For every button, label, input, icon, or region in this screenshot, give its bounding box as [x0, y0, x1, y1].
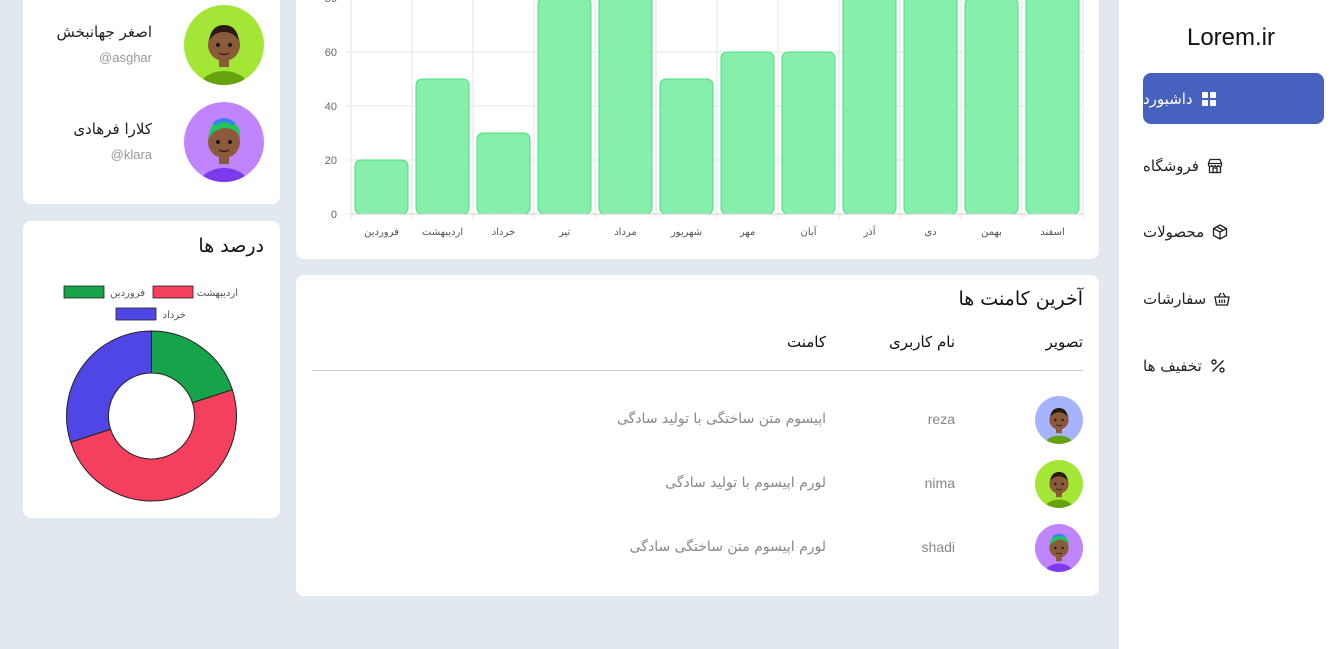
bar[interactable] [781, 51, 836, 215]
column-header-comment: کامنت [786, 333, 826, 351]
legend-swatch [115, 307, 157, 321]
x-tick-label: آبان [801, 225, 818, 238]
avatar [1035, 460, 1083, 508]
comment-text: لورم اپیسوم متن ساختگی سادگی [629, 539, 826, 555]
x-tick-label: آذر [862, 225, 876, 238]
x-tick-label: اردیبهشت [422, 227, 463, 238]
user-item[interactable]: کلارا فرهادی @klara [23, 102, 280, 182]
bar[interactable] [354, 159, 409, 215]
bar-chart-card: 0 20 40 60 80 فروردین اردیبهشت خرداد تیر مرداد شهر… [296, 0, 1099, 259]
divider [312, 370, 1083, 371]
sidebar-item[interactable]: سفارشات [1143, 273, 1324, 324]
legend-label: اردیبهشت [197, 288, 238, 299]
column-header-username: نام کاربری [889, 333, 955, 351]
sidebar-item-label: داشبورد [1143, 89, 1193, 108]
box-icon [1212, 223, 1228, 240]
sidebar-item[interactable]: تخفیف ها [1143, 340, 1324, 391]
sidebar-item-label: محصولات [1143, 222, 1205, 241]
pie-slice[interactable] [66, 330, 152, 443]
bar[interactable] [720, 51, 775, 215]
bar[interactable] [842, 0, 897, 215]
x-tick-label: اسفند [1040, 227, 1064, 238]
bar[interactable] [415, 78, 470, 215]
store-icon [1207, 158, 1223, 174]
legend-label: فروردین [110, 288, 145, 299]
comment-text: اپیسوم متن ساختگی با تولید سادگی [616, 411, 826, 427]
bar-chart: 0 20 40 60 80 فروردین اردیبهشت خرداد تیر مرداد شهر… [325, 0, 1084, 238]
comment-username: shadi [921, 539, 955, 555]
x-tick-label: تیر [558, 227, 571, 238]
sidebar-item-label: فروشگاه [1143, 156, 1199, 175]
x-tick-label: دی [924, 227, 936, 238]
donut-chart: فروردین اردیبهشت خرداد [63, 285, 238, 502]
sidebar-item[interactable]: محصولات [1143, 206, 1324, 257]
x-tick-label: مرداد [614, 227, 637, 238]
pie-slice[interactable] [151, 330, 233, 404]
bar[interactable] [964, 0, 1019, 215]
bar[interactable] [1025, 0, 1080, 215]
legend-swatch [63, 285, 105, 299]
sidebar-item-label: تخفیف ها [1143, 356, 1202, 375]
users-card: اصغر جهانبخش @asghar کلارا فرهادی @klara [23, 0, 280, 204]
legend-swatch [152, 285, 194, 299]
avatar [1035, 524, 1083, 572]
bar[interactable] [598, 0, 653, 215]
grid-icon [1201, 91, 1217, 107]
comments-card: آخرین کامنت ها تصویر نام کاربری کامنت re… [296, 275, 1099, 596]
bar[interactable] [903, 0, 958, 215]
x-tick-label: بهمن [981, 227, 1002, 238]
x-tick-label: مهر [739, 227, 755, 238]
user-handle: @asghar [99, 50, 152, 65]
bar[interactable] [537, 0, 592, 215]
sidebar-item-label: سفارشات [1143, 289, 1207, 308]
comments-title: آخرین کامنت ها [958, 288, 1083, 310]
y-tick-label: 0 [331, 209, 337, 221]
x-tick-label: فروردین [364, 227, 399, 238]
avatar [1035, 396, 1083, 444]
avatar [184, 5, 264, 85]
y-tick-label: 60 [325, 47, 337, 59]
comment-username: nima [924, 475, 955, 491]
percent-icon [1210, 358, 1226, 374]
y-tick-label: 20 [325, 155, 337, 167]
user-name: کلارا فرهادی [73, 120, 152, 138]
user-name: اصغر جهانبخش [56, 23, 152, 41]
x-tick-label: شهریور [670, 227, 702, 238]
y-tick-label: 40 [325, 101, 337, 113]
comment-username: reza [927, 411, 955, 427]
y-tick-label: 80 [325, 0, 337, 5]
basket-icon [1214, 291, 1231, 307]
percent-card: درصد ها فروردین اردیبهشت خرداد [23, 221, 280, 518]
bar[interactable] [476, 132, 531, 215]
bar[interactable] [659, 78, 714, 215]
x-tick-label: خرداد [492, 227, 515, 238]
user-item[interactable]: اصغر جهانبخش @asghar [23, 5, 280, 85]
user-handle: @klara [110, 147, 152, 162]
sidebar: Lorem.ir داشبورد فروشگاه محصولات سفارشات تخف… [1119, 0, 1343, 649]
avatar [184, 102, 264, 182]
sidebar-item[interactable]: فروشگاه [1143, 140, 1324, 191]
column-header-image: تصویر [1045, 333, 1083, 351]
legend-label: خرداد [163, 310, 186, 321]
comment-text: لورم اپیسوم با تولید سادگی [665, 475, 826, 491]
sidebar-item[interactable]: داشبورد [1143, 73, 1324, 124]
brand-logo[interactable]: Lorem.ir [1119, 24, 1343, 52]
